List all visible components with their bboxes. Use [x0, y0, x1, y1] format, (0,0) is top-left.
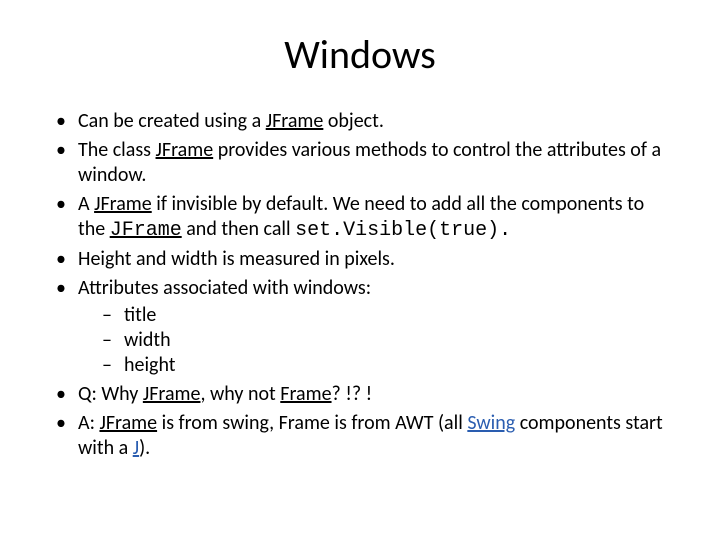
class-name: JFrame: [156, 138, 214, 162]
bullet-list: Can be created using a JFrame object. Th…: [50, 109, 670, 461]
bullet-item: Q: Why JFrame, why not Frame? !? !: [50, 382, 670, 407]
text: Q: Why: [78, 382, 143, 406]
sub-list: title width height: [98, 303, 670, 378]
text: ).: [139, 436, 150, 460]
text: and then call: [182, 217, 295, 241]
sub-item: title: [98, 303, 670, 328]
class-name: JFrame: [94, 192, 152, 216]
text: width: [124, 328, 171, 352]
text: , why not: [200, 382, 280, 406]
bullet-item: Height and width is measured in pixels.: [50, 247, 670, 272]
link-text: Swing: [467, 411, 515, 435]
text: A:: [78, 411, 99, 435]
bullet-item: The class JFrame provides various method…: [50, 138, 670, 188]
slide: Windows Can be created using a JFrame ob…: [0, 0, 720, 540]
code: set.Visible(true).: [295, 219, 511, 242]
text: Can be created using a: [78, 109, 266, 133]
text: A: [78, 192, 94, 216]
bullet-item: A: JFrame is from swing, Frame is from A…: [50, 411, 670, 461]
class-name: JFrame: [99, 411, 157, 435]
sub-item: height: [98, 353, 670, 378]
text: height: [124, 353, 175, 377]
class-name: JFrame: [266, 109, 324, 133]
text: Attributes associated with windows:: [78, 276, 371, 300]
sub-item: width: [98, 328, 670, 353]
slide-title: Windows: [50, 30, 670, 79]
text: is from swing, Frame is from AWT (all: [157, 411, 467, 435]
text: Height and width is measured in pixels.: [78, 247, 395, 271]
bullet-item: A JFrame if invisible by default. We nee…: [50, 192, 670, 243]
class-name: JFrame: [143, 382, 201, 406]
class-name-mono: JFrame: [110, 219, 182, 242]
bullet-item: Attributes associated with windows: titl…: [50, 276, 670, 378]
bullet-item: Can be created using a JFrame object.: [50, 109, 670, 134]
text: The class: [78, 138, 156, 162]
text: object.: [323, 109, 384, 133]
text: ? !? !: [332, 382, 373, 406]
text: title: [124, 303, 156, 327]
class-name: Frame: [280, 382, 331, 406]
